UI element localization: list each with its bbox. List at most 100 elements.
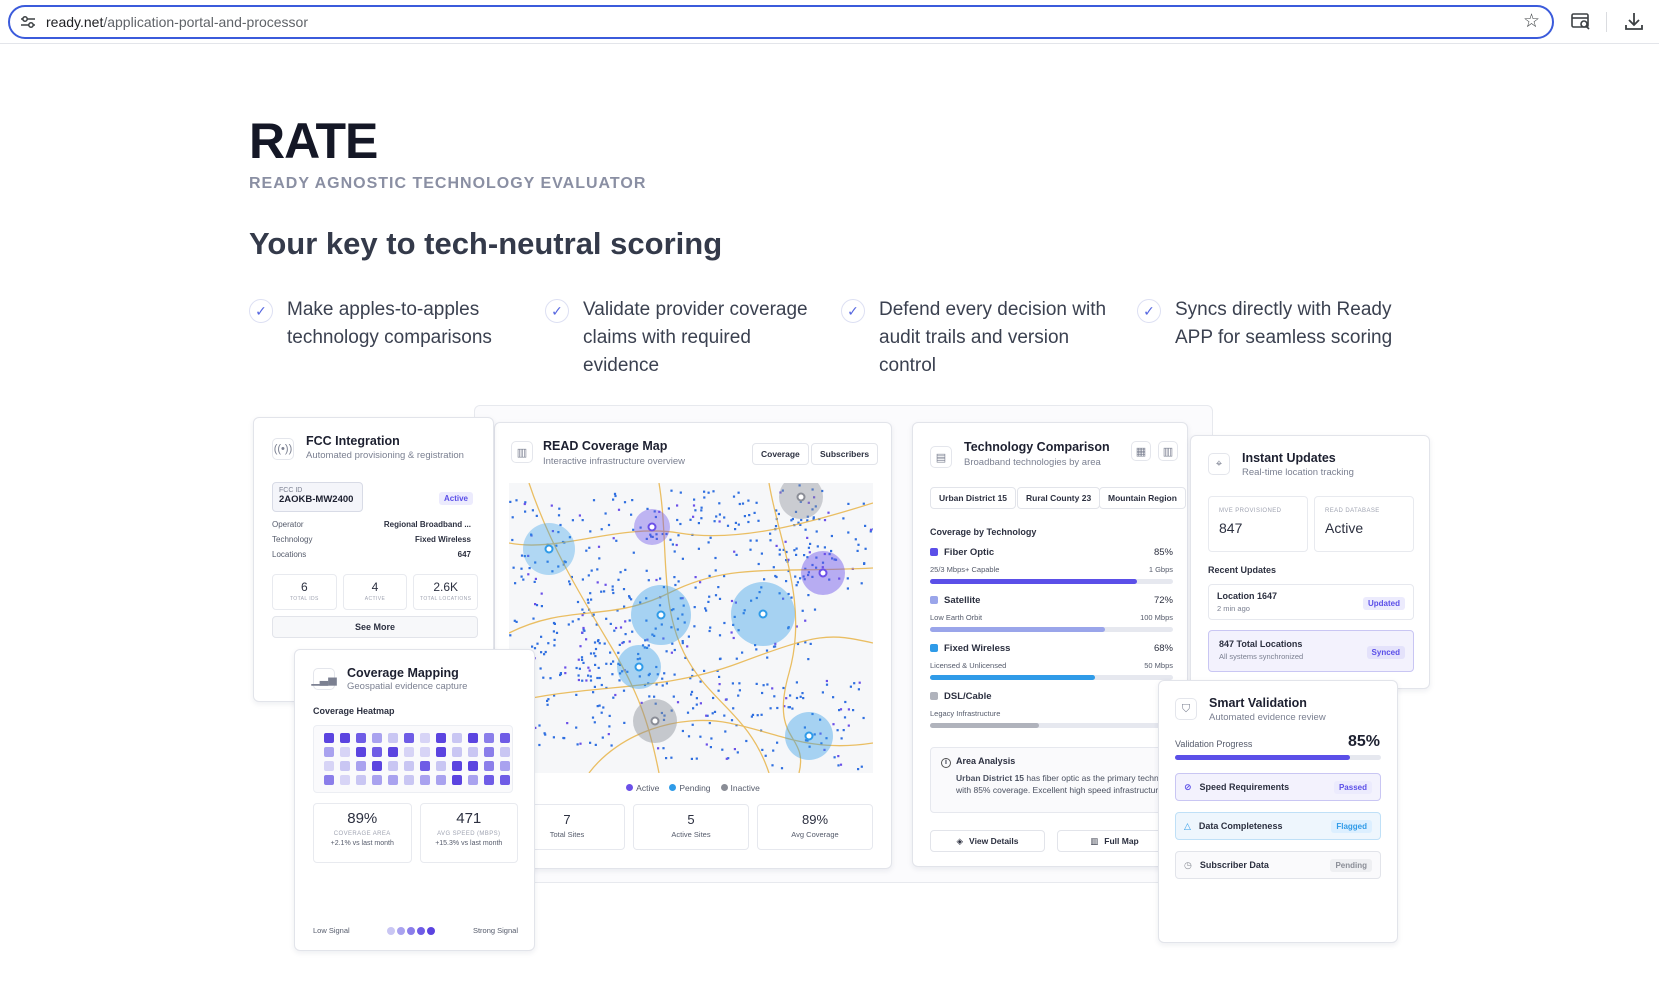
site-marker[interactable] <box>818 568 828 578</box>
subscriber-dot <box>837 755 840 758</box>
star-icon[interactable]: ☆ <box>1523 12 1540 32</box>
site-marker[interactable] <box>796 492 806 502</box>
subscriber-dot <box>596 568 599 571</box>
card-title: Instant Updates <box>1242 451 1336 465</box>
site-marker[interactable] <box>647 522 657 532</box>
subscriber-dot <box>864 547 867 550</box>
heatmap-cell <box>452 775 462 785</box>
subscriber-dot <box>699 702 702 705</box>
subscriber-dot <box>653 695 656 698</box>
site-marker[interactable] <box>650 716 660 726</box>
analysis-area: Urban District 15 <box>956 773 1025 783</box>
subscriber-dot <box>804 528 807 531</box>
subscriber-dot <box>694 586 697 589</box>
coverage-map[interactable] <box>509 483 873 773</box>
detail-row: Technology Fixed Wireless <box>272 535 471 550</box>
subscriber-dot <box>686 711 690 714</box>
tech-desc: Legacy Infrastructure <box>930 709 1001 718</box>
subscriber-dot <box>730 599 734 603</box>
subscriber-dot <box>523 502 526 506</box>
subscriber-dot <box>793 549 796 552</box>
stat-mve: MVE PROVISIONED 847 <box>1208 496 1308 552</box>
stat-value: 4 <box>371 580 379 594</box>
shield-icon: ⛉ <box>1175 698 1197 720</box>
address-bar[interactable]: ready.net/application-portal-and-process… <box>8 5 1554 39</box>
subscriber-dot <box>540 605 543 608</box>
subscriber-dot <box>533 580 536 583</box>
subscriber-dot <box>836 729 839 732</box>
subscriber-dot <box>670 489 673 492</box>
subscriber-dot <box>647 644 650 647</box>
subscriber-dot <box>737 694 740 697</box>
subscriber-dot <box>694 576 697 579</box>
site-marker[interactable] <box>656 610 666 620</box>
site-marker[interactable] <box>634 662 644 672</box>
heatmap-cell <box>388 747 398 757</box>
validation-item-completeness[interactable]: △ Data Completeness Flagged <box>1175 812 1381 840</box>
tab-search-icon[interactable] <box>1570 10 1592 32</box>
subscriber-dot <box>690 690 694 693</box>
subscriber-dot <box>553 622 556 625</box>
subscriber-dot <box>709 746 712 749</box>
url-text[interactable]: ready.net/application-portal-and-process… <box>46 14 308 30</box>
subscriber-dot <box>559 673 562 677</box>
subscriber-dot <box>602 706 605 709</box>
update-item[interactable]: 847 Total Locations All systems synchron… <box>1208 630 1414 672</box>
heatmap-cell <box>356 733 366 743</box>
full-map-button[interactable]: ▥ Full Map <box>1057 830 1172 852</box>
map-icon: ▥ <box>1090 835 1099 846</box>
view-details-button[interactable]: ◈ View Details <box>930 830 1045 852</box>
subscriber-dot <box>587 574 590 577</box>
validation-item-subscriber[interactable]: ◷ Subscriber Data Pending <box>1175 851 1381 879</box>
site-marker[interactable] <box>804 731 814 741</box>
subscriber-dot <box>520 567 523 570</box>
subscriber-dot <box>734 528 737 531</box>
download-icon[interactable] <box>1623 10 1645 32</box>
subscriber-dot <box>552 630 555 633</box>
subscriber-dot <box>622 689 626 692</box>
subscriber-dot <box>809 642 812 645</box>
validation-item-speed[interactable]: ⊘ Speed Requirements Passed <box>1175 773 1381 801</box>
stat-read-db: READ DATABASE Active <box>1314 496 1414 552</box>
subscriber-dot <box>718 597 722 600</box>
map-view-icon[interactable]: ▥ <box>1158 441 1178 461</box>
subscriber-dot <box>564 666 567 669</box>
site-marker[interactable] <box>544 544 554 554</box>
subscriber-dot <box>598 676 601 680</box>
subscriber-dot <box>812 516 815 519</box>
subscriber-dot <box>857 768 860 771</box>
clock-icon: ◷ <box>1184 859 1192 870</box>
stat-coverage-area: 89% COVERAGE AREA +2.1% vs last month <box>313 803 412 863</box>
status-badge: Active <box>438 492 473 505</box>
subscriber-dot <box>566 722 569 725</box>
subscriber-dot <box>630 513 633 516</box>
subscriber-dot <box>703 496 706 499</box>
see-more-button[interactable]: See More <box>272 616 478 638</box>
area-tab[interactable]: Urban District 15 <box>930 487 1017 509</box>
subscriber-dot <box>543 732 546 735</box>
site-marker[interactable] <box>758 609 768 619</box>
chart-view-icon[interactable]: ▦ <box>1131 441 1151 461</box>
subscriber-dot <box>795 696 799 700</box>
heatmap-cell <box>340 747 350 757</box>
coverage-mapping-card: ▁▃▅ Coverage Mapping Geospatial evidence… <box>294 649 535 951</box>
update-item[interactable]: Location 1647 2 min ago Updated <box>1208 584 1414 620</box>
subscriber-dot <box>778 548 781 551</box>
feature-text: Syncs directly with Ready APP for seamle… <box>1175 299 1393 348</box>
subscriber-dot <box>718 513 721 516</box>
area-tab[interactable]: Rural County 23 <box>1017 487 1101 509</box>
subscriber-dot <box>795 547 798 550</box>
subscriber-dot <box>589 592 592 595</box>
tune-icon[interactable] <box>20 15 36 29</box>
heatmap-cell <box>468 747 478 757</box>
subscriber-dot <box>611 585 614 588</box>
subscriber-dot <box>603 590 606 593</box>
subscriber-dot <box>700 509 703 512</box>
area-tab[interactable]: Mountain Region <box>1099 487 1186 509</box>
subscriber-dot <box>619 571 622 574</box>
subscriber-dot <box>669 538 672 541</box>
tab-subscribers[interactable]: Subscribers <box>811 443 879 465</box>
subscriber-dot <box>801 609 804 612</box>
tab-coverage[interactable]: Coverage <box>752 443 809 465</box>
subscriber-dot <box>766 656 769 659</box>
